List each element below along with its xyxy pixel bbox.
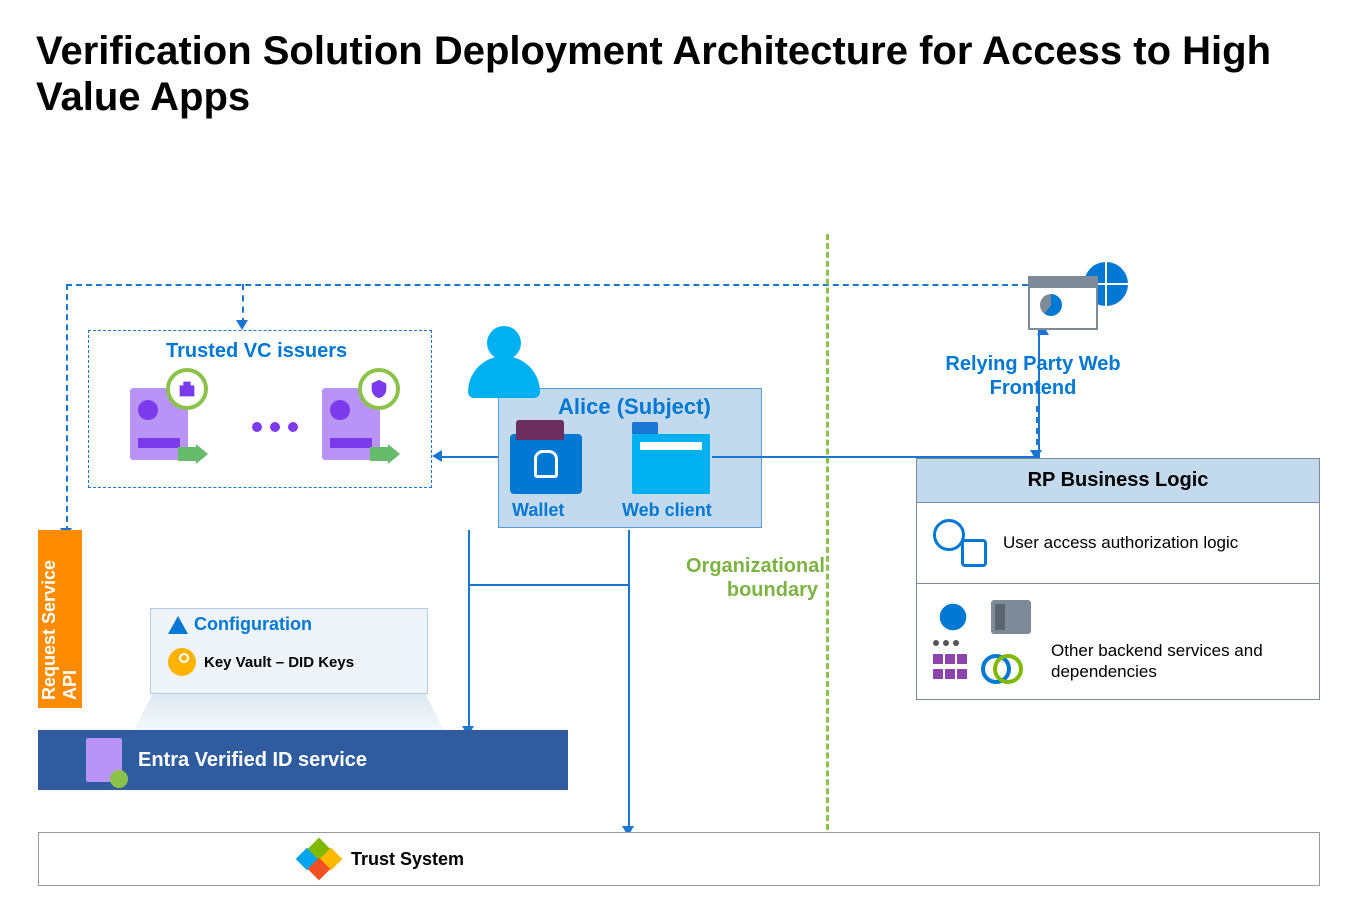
ellipsis-icon <box>252 422 298 432</box>
connector-dashed <box>242 284 244 324</box>
entra-label: Entra Verified ID service <box>138 749 367 772</box>
connector-solid <box>440 456 500 458</box>
organizational-boundary-line <box>826 234 829 830</box>
entra-bar: Entra Verified ID service <box>38 730 568 790</box>
person-icon <box>468 326 540 398</box>
configuration-title: Configuration <box>194 614 312 635</box>
alice-title: Alice (Subject) <box>558 394 711 420</box>
rp-backend-section: Other backend services and dependencies <box>917 583 1319 699</box>
connector-dashed <box>66 284 1038 286</box>
wallet-label: Wallet <box>512 500 564 521</box>
wallet-icon <box>510 434 582 494</box>
config-shadow <box>134 694 444 730</box>
browser-window-icon <box>1028 276 1098 330</box>
service-globe-icon <box>933 600 973 634</box>
link-rings-icon <box>981 654 1021 682</box>
ellipsis-icon <box>933 640 1035 646</box>
connector-dashed <box>66 284 68 532</box>
rp-frontend-label: Relying Party Web Frontend <box>918 352 1148 400</box>
rp-auth-section: User access authorization logic <box>917 502 1319 583</box>
entra-badge-icon <box>86 738 122 782</box>
connector-solid <box>628 530 630 830</box>
key-icon <box>168 648 196 676</box>
rp-business-logic-box: RP Business Logic User access authorizat… <box>916 458 1320 700</box>
issuer-badge-icon <box>166 368 208 410</box>
web-client-label: Web client <box>622 500 712 521</box>
trust-system-box: Trust System <box>38 832 1320 886</box>
arrow-left-icon <box>432 450 442 462</box>
diagram-title: Verification Solution Deployment Archite… <box>36 28 1362 120</box>
issue-arrow-icon <box>370 444 400 464</box>
backend-services-icons <box>933 600 1035 634</box>
request-service-api: Request Service API <box>38 530 82 708</box>
trust-cube-icon <box>299 841 339 877</box>
connector-solid <box>468 530 470 730</box>
arrow-down-icon <box>236 320 248 330</box>
rp-backend-text: Other backend services and dependencies <box>1051 640 1303 683</box>
issue-arrow-icon <box>178 444 208 464</box>
rp-logic-title: RP Business Logic <box>917 459 1319 502</box>
keyvault-row: Key Vault – DID Keys <box>168 648 354 676</box>
pie-chart-icon <box>1040 294 1062 316</box>
containers-icon <box>933 654 967 682</box>
organizational-boundary-label: Organizational boundary <box>686 554 818 602</box>
trust-label: Trust System <box>351 849 464 870</box>
azure-icon <box>168 616 188 634</box>
connector-solid <box>468 584 630 586</box>
issuer-badge-icon <box>358 368 400 410</box>
keyvault-label: Key Vault – DID Keys <box>204 654 354 671</box>
rp-auth-text: User access authorization logic <box>1003 532 1238 553</box>
server-icon <box>991 600 1031 634</box>
key-lock-icon <box>933 519 987 567</box>
trusted-issuers-title: Trusted VC issuers <box>166 340 347 363</box>
